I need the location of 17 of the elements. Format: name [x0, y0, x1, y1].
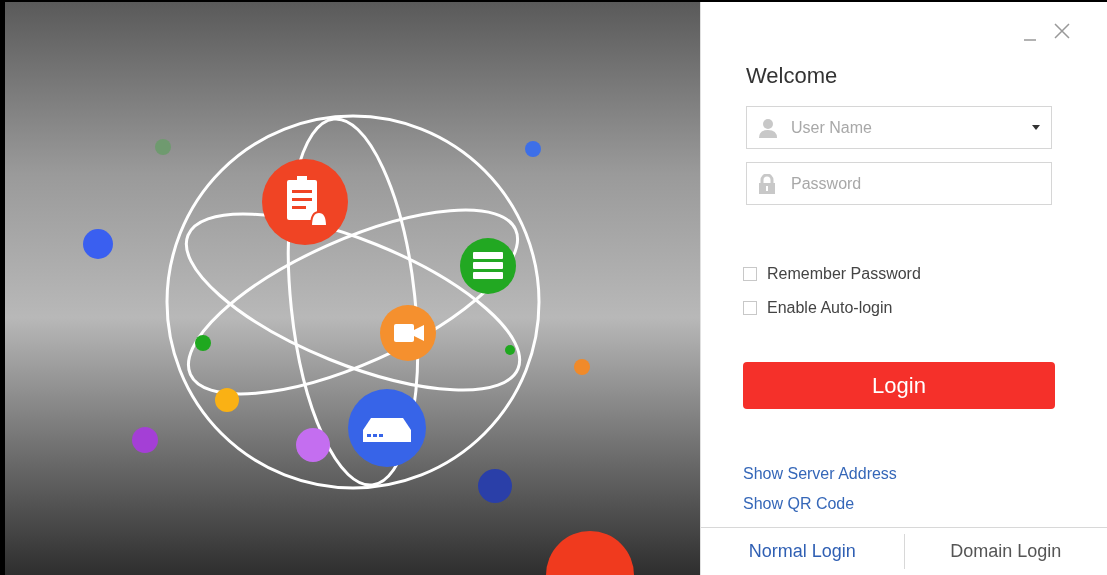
dropdown-caret-icon[interactable] — [1032, 125, 1040, 130]
close-icon[interactable] — [1053, 22, 1071, 40]
login-button[interactable]: Login — [743, 362, 1055, 409]
welcome-title: Welcome — [746, 62, 839, 90]
server-icon — [460, 238, 516, 294]
password-field[interactable]: Password — [746, 162, 1052, 205]
person-icon — [758, 117, 778, 138]
checkbox[interactable] — [743, 301, 757, 315]
username-field[interactable]: User Name — [746, 106, 1052, 149]
checkbox-label: Enable Auto-login — [767, 298, 893, 318]
checkbox-label: Remember Password — [767, 264, 921, 284]
login-mode-tab[interactable]: Normal Login — [701, 534, 904, 569]
link[interactable]: Show QR Code — [743, 494, 855, 514]
checkbox[interactable] — [743, 267, 757, 281]
padlock-icon — [758, 173, 776, 194]
login-mode-tab[interactable]: Domain Login — [903, 534, 1107, 569]
link[interactable]: Show Server Address — [743, 464, 897, 484]
